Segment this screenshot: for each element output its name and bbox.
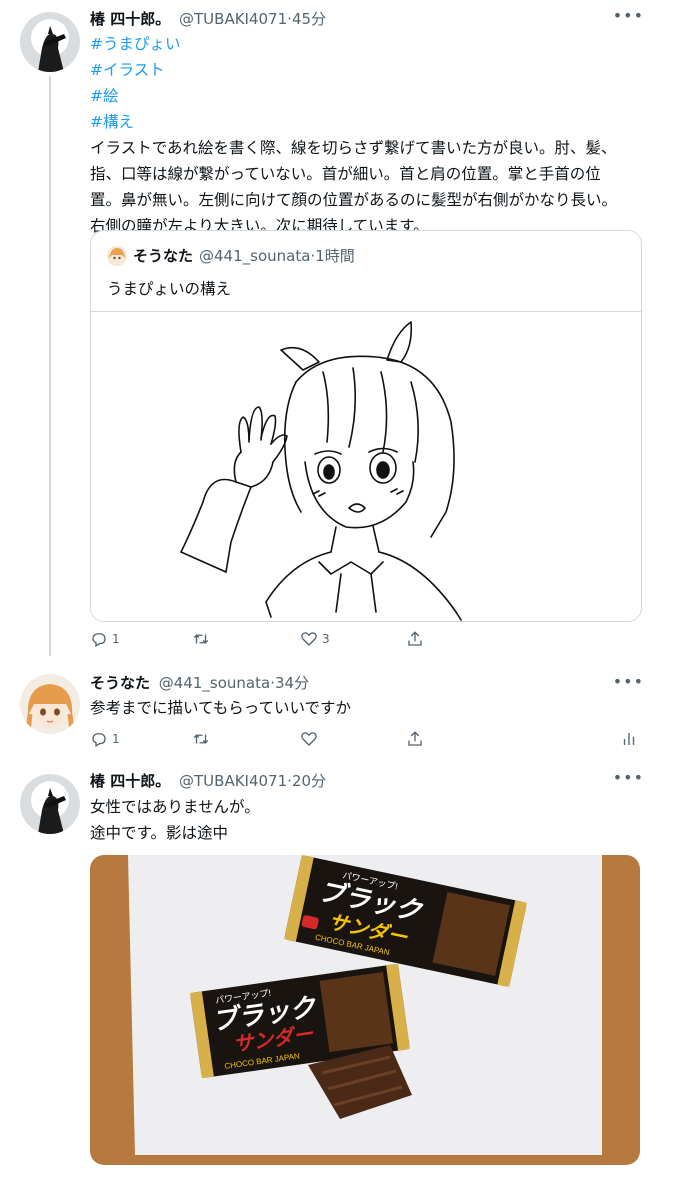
more-options-icon[interactable]: ••• bbox=[613, 672, 644, 691]
tweet-header: 椿 四十郎。 @TUBAKI4071·45分 bbox=[90, 8, 326, 29]
reply-count: 1 bbox=[112, 732, 120, 746]
reply-button[interactable]: 1 bbox=[90, 730, 120, 748]
quoted-display-name[interactable]: そうなた bbox=[133, 245, 193, 266]
username[interactable]: @TUBAKI4071 bbox=[179, 772, 287, 790]
quoted-sketch-image[interactable] bbox=[91, 311, 641, 621]
reply-icon bbox=[92, 733, 106, 747]
thread-line bbox=[49, 76, 51, 656]
reply-count: 1 bbox=[112, 632, 120, 646]
more-options-icon[interactable]: ••• bbox=[613, 6, 644, 25]
hashtag-link[interactable]: #絵 bbox=[90, 83, 617, 109]
like-count: 3 bbox=[322, 632, 330, 646]
hashtag-link[interactable]: #構え bbox=[90, 109, 617, 135]
heart-icon bbox=[301, 732, 317, 746]
tweet-text: 参考までに描いてもらっていいですか bbox=[90, 695, 351, 721]
timestamp[interactable]: 34分 bbox=[275, 674, 309, 692]
body-line: 参考までに描いてもらっていいですか bbox=[90, 699, 352, 717]
timestamp[interactable]: 45分 bbox=[292, 10, 326, 28]
quoted-tweet-text: うまぴょいの構え bbox=[107, 280, 232, 298]
hashtag-link[interactable]: #イラスト bbox=[90, 57, 617, 83]
body-line: 指、口等は線が繋がっていない。首が細い。首と肩の位置。掌と手首の位 bbox=[90, 165, 601, 183]
quoted-avatar bbox=[107, 245, 127, 266]
retweet-icon bbox=[193, 634, 209, 644]
quoted-username[interactable]: @441_sounata bbox=[199, 247, 310, 265]
retweet-button[interactable] bbox=[192, 730, 210, 748]
reply-icon bbox=[92, 633, 106, 647]
quoted-timestamp[interactable]: 1時間 bbox=[315, 247, 355, 265]
tweet-2[interactable]: そうなた @441_sounata·34分 ••• 参考までに描いてもらっていい… bbox=[0, 666, 674, 756]
tweet-text: 女性ではありませんが。 途中です。影は途中 bbox=[90, 794, 260, 846]
reply-button[interactable]: 1 bbox=[90, 630, 120, 648]
body-line: 置。鼻が無い。左側に向けて顔の位置があるのに髪型が右側がかなり長い。 bbox=[90, 191, 618, 209]
tweet-header: そうなた @441_sounata·34分 bbox=[90, 672, 309, 693]
share-button[interactable] bbox=[406, 630, 424, 648]
avatar-tubaki[interactable] bbox=[20, 774, 80, 834]
heart-icon bbox=[301, 632, 317, 646]
tweet-text: #うまぴょい #イラスト #絵 #構え イラストであれ絵を書く際、線を切らさず繋… bbox=[90, 31, 617, 239]
display-name[interactable]: 椿 四十郎。 bbox=[90, 772, 170, 790]
display-name[interactable]: 椿 四十郎。 bbox=[90, 10, 170, 28]
share-button[interactable] bbox=[406, 730, 424, 748]
body-line: イラストであれ絵を書く際、線を切らさず繋げて書いた方が良い。肘、髪、 bbox=[90, 139, 617, 157]
retweet-button[interactable] bbox=[192, 630, 214, 648]
display-name[interactable]: そうなた bbox=[90, 674, 150, 692]
analytics-icon bbox=[623, 733, 635, 745]
avatar-tubaki[interactable] bbox=[20, 12, 80, 72]
quoted-tweet[interactable]: そうなた @441_sounata·1時間 うまぴょいの構え bbox=[90, 230, 642, 622]
body-line: 女性ではありませんが。 bbox=[90, 798, 260, 816]
share-icon bbox=[408, 631, 422, 646]
share-icon bbox=[408, 731, 422, 746]
tweet-photo[interactable]: パワーアップ! ブラック サンダー CHOCO BAR JAPAN パワーアップ… bbox=[90, 855, 640, 1165]
like-button[interactable]: 3 bbox=[300, 630, 330, 648]
quoted-tweet-header: そうなた @441_sounata·1時間 bbox=[107, 245, 355, 266]
username[interactable]: @441_sounata bbox=[159, 674, 270, 692]
tweet-1[interactable]: 椿 四十郎。 @TUBAKI4071·45分 ••• #うまぴょい #イラスト … bbox=[0, 0, 674, 660]
more-options-icon[interactable]: ••• bbox=[613, 768, 644, 787]
tweet-actions: 1 3 bbox=[90, 630, 640, 652]
username[interactable]: @TUBAKI4071 bbox=[179, 10, 287, 28]
body-line: 途中です。影は途中 bbox=[90, 824, 228, 842]
analytics-button[interactable] bbox=[620, 730, 638, 748]
tweet-actions: 1 bbox=[90, 730, 640, 752]
avatar-sounata[interactable] bbox=[20, 674, 80, 734]
hashtag-link[interactable]: #うまぴょい bbox=[90, 31, 617, 57]
like-button[interactable] bbox=[300, 730, 318, 748]
timestamp[interactable]: 20分 bbox=[292, 772, 326, 790]
retweet-icon bbox=[193, 734, 209, 744]
tweet-header: 椿 四十郎。 @TUBAKI4071·20分 bbox=[90, 770, 326, 791]
